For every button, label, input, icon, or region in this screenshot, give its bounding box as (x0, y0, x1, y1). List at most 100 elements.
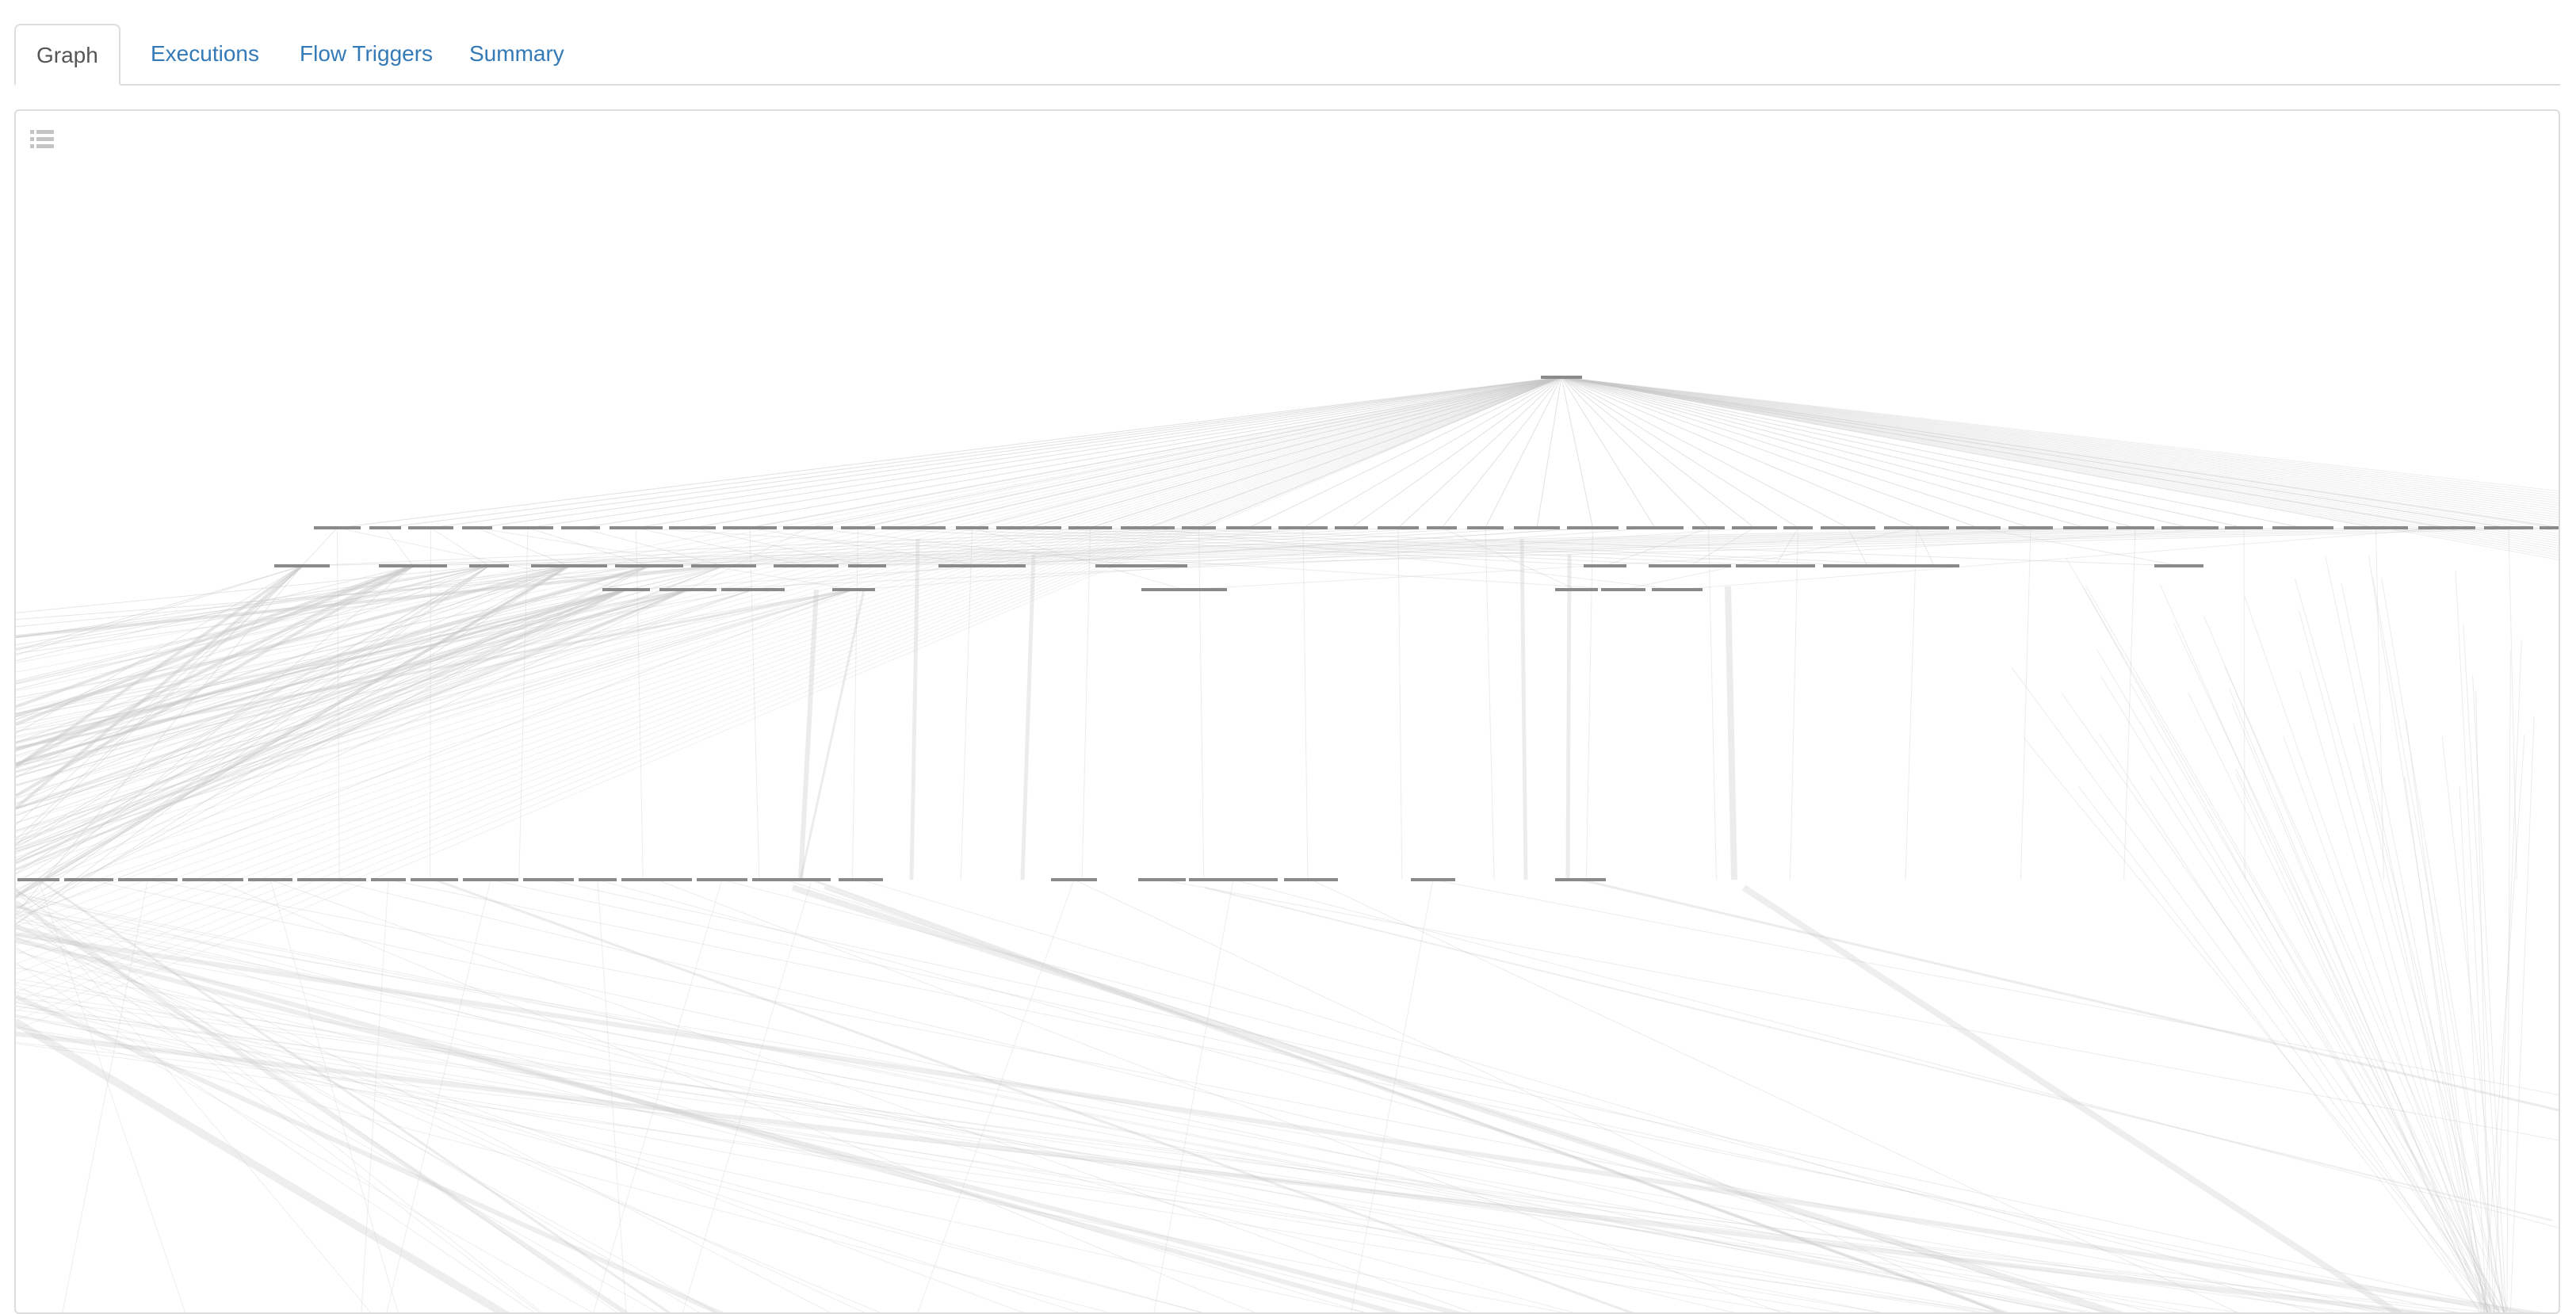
graph-node[interactable] (1284, 878, 1338, 881)
graph-node[interactable] (848, 564, 886, 567)
graph-edge (1561, 376, 2245, 529)
graph-node[interactable] (956, 526, 988, 529)
graph-node[interactable] (1823, 564, 1912, 567)
graph-node[interactable] (2484, 526, 2533, 529)
graph-node[interactable] (182, 878, 243, 881)
graph-node[interactable] (793, 878, 831, 881)
graph-node[interactable] (579, 878, 617, 881)
graph-node[interactable] (503, 526, 553, 529)
graph-node[interactable] (1378, 526, 1419, 529)
graph-node[interactable] (881, 526, 946, 529)
graph-node[interactable] (841, 526, 875, 529)
graph-node[interactable] (379, 564, 447, 567)
graph-node[interactable] (783, 526, 833, 529)
graph-node[interactable] (610, 526, 663, 529)
graph-node[interactable] (1783, 526, 1813, 529)
graph-node[interactable] (1652, 588, 1703, 591)
graph-node[interactable] (17, 878, 59, 881)
graph-node[interactable] (462, 526, 492, 529)
graph-node[interactable] (723, 526, 777, 529)
tab-summary[interactable]: Summary (449, 24, 585, 84)
graph-node[interactable] (1909, 564, 1959, 567)
graph-node[interactable] (1584, 564, 1626, 567)
graph-node[interactable] (659, 588, 717, 591)
graph-node[interactable] (1821, 526, 1875, 529)
graph-node[interactable] (2344, 526, 2408, 529)
graph-node[interactable] (1884, 526, 1949, 529)
graph-node[interactable] (669, 526, 716, 529)
tab-executions[interactable]: Executions (130, 24, 280, 84)
graph-node[interactable] (1467, 526, 1504, 529)
graph-node[interactable] (1095, 564, 1187, 567)
graph-node[interactable] (697, 878, 747, 881)
graph-node[interactable] (297, 878, 366, 881)
graph-node[interactable] (1514, 526, 1560, 529)
graph-node[interactable] (938, 564, 1026, 567)
graph-node[interactable] (408, 526, 453, 529)
graph-node[interactable] (1692, 526, 1725, 529)
graph-node[interactable] (1601, 588, 1645, 591)
graph-node[interactable] (64, 878, 113, 881)
graph-node[interactable] (371, 878, 406, 881)
graph-node[interactable] (1051, 878, 1097, 881)
graph-node[interactable] (1068, 526, 1112, 529)
graph-node[interactable] (2116, 526, 2154, 529)
graph-node[interactable] (2272, 526, 2333, 529)
graph-node[interactable] (561, 526, 600, 529)
graph-node[interactable] (774, 564, 839, 567)
graph-node[interactable] (839, 878, 883, 881)
list-icon[interactable] (30, 128, 54, 152)
graph-node[interactable] (1189, 878, 1278, 881)
graph-node[interactable] (2008, 526, 2053, 529)
graph-node[interactable] (691, 564, 756, 567)
graph-node[interactable] (1567, 526, 1619, 529)
graph-node[interactable] (369, 526, 401, 529)
graph-node[interactable] (832, 588, 875, 591)
graph-node[interactable] (2540, 526, 2560, 529)
graph-node[interactable] (1278, 526, 1328, 529)
graph-node[interactable] (602, 588, 650, 591)
graph-node[interactable] (469, 564, 509, 567)
graph-node[interactable] (996, 526, 1061, 529)
graph-node[interactable] (1121, 526, 1175, 529)
tab-graph[interactable]: Graph (14, 24, 120, 86)
graph-node[interactable] (531, 564, 607, 567)
graph-node[interactable] (1649, 564, 1731, 567)
graph-node[interactable] (2154, 564, 2203, 567)
graph-node[interactable] (1427, 526, 1457, 529)
graph-node[interactable] (1411, 878, 1455, 881)
graph-node[interactable] (411, 878, 458, 881)
graph-node[interactable] (621, 878, 692, 881)
graph-node[interactable] (615, 564, 683, 567)
graph-node[interactable] (1226, 526, 1271, 529)
graph-node[interactable] (1732, 526, 1777, 529)
flow-graph-panel[interactable] (14, 109, 2560, 1314)
graph-node[interactable] (1182, 526, 1216, 529)
graph-node[interactable] (2161, 526, 2219, 529)
graph-node[interactable] (463, 878, 518, 881)
graph-node[interactable] (1138, 878, 1186, 881)
graph-node[interactable] (248, 878, 292, 881)
graph-root-node[interactable] (1541, 376, 1582, 379)
graph-edge (16, 376, 1562, 908)
graph-node[interactable] (1555, 878, 1606, 881)
graph-node[interactable] (1626, 526, 1684, 529)
graph-edge (2372, 577, 2505, 1312)
graph-node[interactable] (523, 878, 574, 881)
graph-node[interactable] (721, 588, 785, 591)
graph-node[interactable] (1141, 588, 1227, 591)
graph-node[interactable] (2063, 526, 2108, 529)
flow-graph-canvas[interactable] (16, 111, 2560, 1314)
graph-node[interactable] (118, 878, 178, 881)
graph-node[interactable] (1555, 588, 1598, 591)
graph-node[interactable] (1736, 564, 1815, 567)
graph-node[interactable] (1956, 526, 2001, 529)
graph-node[interactable] (2225, 526, 2263, 529)
graph-node[interactable] (274, 564, 330, 567)
graph-node[interactable] (2418, 526, 2475, 529)
graph-edge (2100, 675, 2493, 1312)
graph-node[interactable] (1335, 526, 1368, 529)
graph-edge (1397, 527, 1403, 880)
graph-node[interactable] (314, 526, 361, 529)
tab-flow-triggers[interactable]: Flow Triggers (279, 24, 453, 84)
